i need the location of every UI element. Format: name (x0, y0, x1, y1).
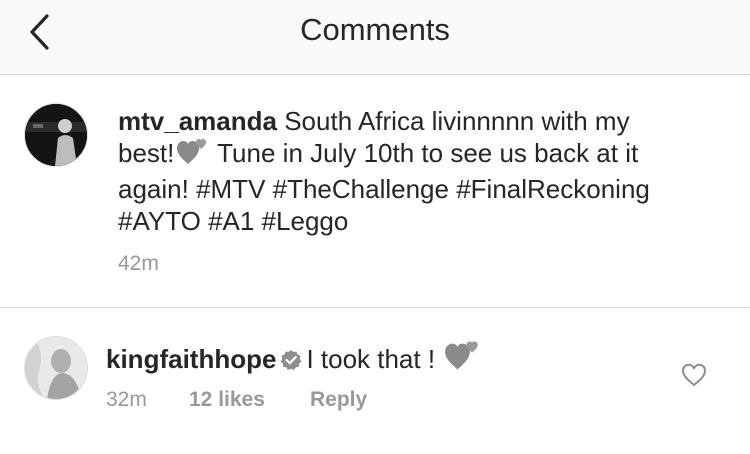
comment-likes-count[interactable]: 12 likes (189, 388, 265, 412)
comment-username[interactable]: kingfaithhope (106, 344, 276, 374)
post-caption: mtv_amanda South Africa livinnnnn with m… (0, 75, 750, 308)
verified-badge-icon (280, 346, 302, 378)
caption-username[interactable]: mtv_amanda (118, 106, 277, 136)
avatar-photo (25, 104, 87, 166)
reply-button[interactable]: Reply (310, 388, 367, 412)
avatar[interactable] (24, 103, 88, 167)
grey-heart-emoji-icon (176, 138, 208, 173)
caption-timestamp: 42m (118, 252, 159, 275)
heart-outline-icon (682, 363, 706, 386)
like-comment-button[interactable] (680, 361, 708, 389)
comment-item: kingfaithhope I took that ! 32m 12 likes… (0, 308, 750, 454)
comment-timestamp: 32m (106, 388, 147, 411)
header-bar: Comments (0, 0, 750, 75)
avatar[interactable] (24, 336, 88, 400)
page-title: Comments (300, 12, 450, 47)
caption-text: mtv_amanda South Africa livinnnnn with m… (118, 105, 658, 237)
comment-text-line: kingfaithhope I took that ! (106, 340, 482, 379)
grey-heart-emoji-icon (444, 340, 480, 379)
avatar-photo (25, 337, 87, 399)
comment-body: I took that ! (306, 344, 436, 374)
